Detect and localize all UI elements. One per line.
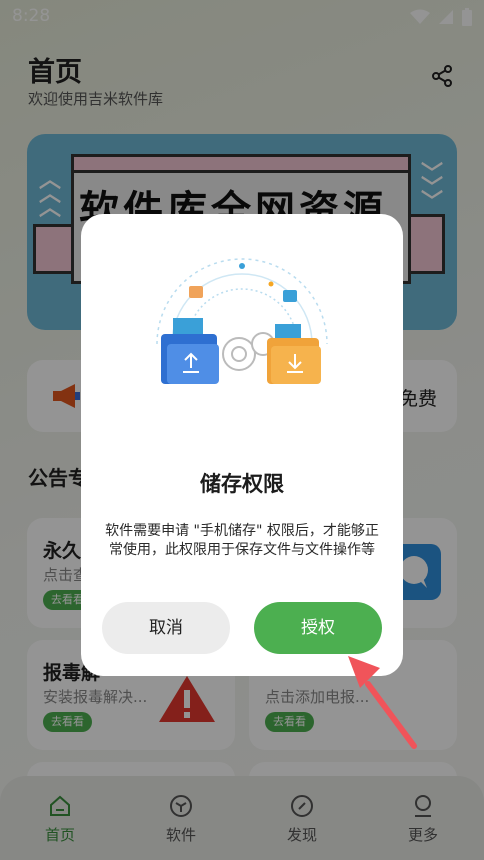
annotation-arrow [348, 656, 417, 749]
authorize-button[interactable]: 授权 [254, 602, 382, 654]
cancel-button[interactable]: 取消 [102, 602, 230, 654]
dialog-title: 储存权限 [200, 472, 284, 496]
storage-permission-dialog: 储存权限 软件需要申请 "手机储存" 权限后，才能够正常使用，此权限用于保存文件… [81, 214, 403, 676]
home-page: 8:28 首页 欢迎使用吉米软件库 软件库全网资源 ︿ ︿ ︿ ﹀ ﹀ ﹀ 免费 公告专… [0, 0, 484, 860]
dialog-message: 软件需要申请 "手机储存" 权限后，才能够正常使用，此权限用于保存文件与文件操作… [105, 523, 379, 558]
folder-sync-illustration [156, 258, 328, 384]
